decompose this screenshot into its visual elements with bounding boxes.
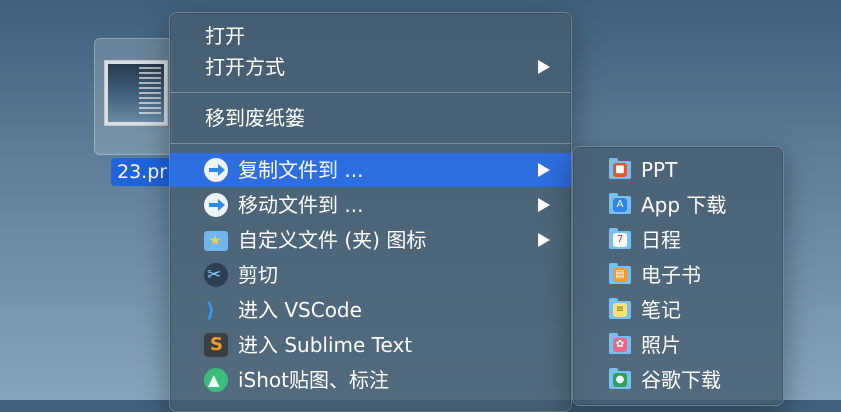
submenu-item-photos[interactable]: ✿ 照片 bbox=[573, 328, 783, 362]
menu-item-open-with[interactable]: 打开方式 bbox=[175, 50, 566, 84]
move-arrow-icon bbox=[204, 193, 228, 217]
submenu-item-label: 谷歌下载 bbox=[641, 368, 721, 392]
desktop: 23.pr 打开 打开方式 移到废纸篓 复制文件到 ... 移动文件到 ... … bbox=[0, 0, 841, 412]
context-menu: 打开 打开方式 移到废纸篓 复制文件到 ... 移动文件到 ... ★ 自定义文… bbox=[169, 12, 572, 412]
menu-item-ishot[interactable]: ▲ iShot贴图、标注 bbox=[175, 363, 566, 397]
menu-item-label: 打开方式 bbox=[205, 55, 285, 79]
submenu-item-label: 照片 bbox=[641, 333, 681, 357]
menu-item-label: 打开 bbox=[205, 24, 245, 48]
submenu-arrow-icon bbox=[538, 163, 550, 177]
menu-item-open[interactable]: 打开 bbox=[175, 19, 566, 53]
folder-icon: ■ bbox=[609, 158, 631, 179]
menu-item-label: 进入 Sublime Text bbox=[238, 333, 413, 357]
menu-item-cut[interactable]: ✂ 剪切 bbox=[175, 258, 566, 292]
submenu-item-label: App 下载 bbox=[641, 193, 727, 217]
menu-item-label: 自定义文件 (夹) 图标 bbox=[238, 228, 427, 252]
folder-icon: ✿ bbox=[609, 333, 631, 354]
menu-item-open-sublime[interactable]: S 进入 Sublime Text bbox=[175, 328, 566, 362]
menu-separator bbox=[170, 92, 571, 93]
folder-icon: ● bbox=[609, 368, 631, 389]
thumbnail-list-lines bbox=[139, 67, 161, 69]
submenu-item-ppt[interactable]: ■ PPT bbox=[573, 153, 783, 187]
menu-item-label: 复制文件到 ... bbox=[238, 158, 364, 182]
file-thumbnail[interactable] bbox=[104, 60, 168, 126]
menu-item-label: 进入 VSCode bbox=[238, 298, 362, 322]
submenu-item-ebook[interactable]: ▤ 电子书 bbox=[573, 258, 783, 292]
submenu-arrow-icon bbox=[538, 198, 550, 212]
menu-item-move-to-trash[interactable]: 移到废纸篓 bbox=[175, 101, 566, 135]
sublime-text-icon: S bbox=[204, 333, 228, 357]
submenu-item-label: 笔记 bbox=[641, 298, 681, 322]
folder-star-icon: ★ bbox=[204, 231, 228, 251]
copy-arrow-icon bbox=[204, 158, 228, 182]
vscode-icon: ⟩ bbox=[206, 298, 216, 322]
menu-item-label: 移动文件到 ... bbox=[238, 193, 364, 217]
submenu-item-label: 日程 bbox=[641, 228, 681, 252]
submenu-item-label: PPT bbox=[641, 158, 678, 182]
menu-item-copy-to[interactable]: 复制文件到 ... bbox=[170, 153, 571, 187]
menu-item-custom-icon[interactable]: ★ 自定义文件 (夹) 图标 bbox=[175, 223, 566, 257]
thumbnail-image bbox=[108, 64, 164, 122]
folder-icon: ≡ bbox=[609, 298, 631, 319]
submenu-item-label: 电子书 bbox=[641, 263, 701, 287]
submenu-arrow-icon bbox=[538, 233, 550, 247]
folder-icon: A bbox=[609, 193, 631, 214]
scissors-icon: ✂ bbox=[204, 263, 228, 287]
menu-item-label: iShot贴图、标注 bbox=[238, 368, 390, 392]
submenu-item-app-download[interactable]: A App 下载 bbox=[573, 188, 783, 222]
menu-item-label: 剪切 bbox=[238, 263, 278, 287]
submenu-item-notes[interactable]: ≡ 笔记 bbox=[573, 293, 783, 327]
menu-item-label: 移到废纸篓 bbox=[205, 106, 305, 130]
menu-item-move-to[interactable]: 移动文件到 ... bbox=[175, 188, 566, 222]
copy-to-submenu: ■ PPT A App 下载 7 日程 ▤ 电子书 ≡ 笔记 ✿ 照片 ● 谷歌… bbox=[572, 146, 784, 406]
submenu-item-schedule[interactable]: 7 日程 bbox=[573, 223, 783, 257]
menu-item-open-vscode[interactable]: ⟩ 进入 VSCode bbox=[175, 293, 566, 327]
menu-separator bbox=[170, 143, 571, 144]
submenu-item-chrome-download[interactable]: ● 谷歌下载 bbox=[573, 363, 783, 397]
submenu-arrow-icon bbox=[538, 60, 550, 74]
folder-icon: ▤ bbox=[609, 263, 631, 284]
folder-icon: 7 bbox=[609, 228, 631, 249]
ishot-icon: ▲ bbox=[204, 368, 228, 392]
